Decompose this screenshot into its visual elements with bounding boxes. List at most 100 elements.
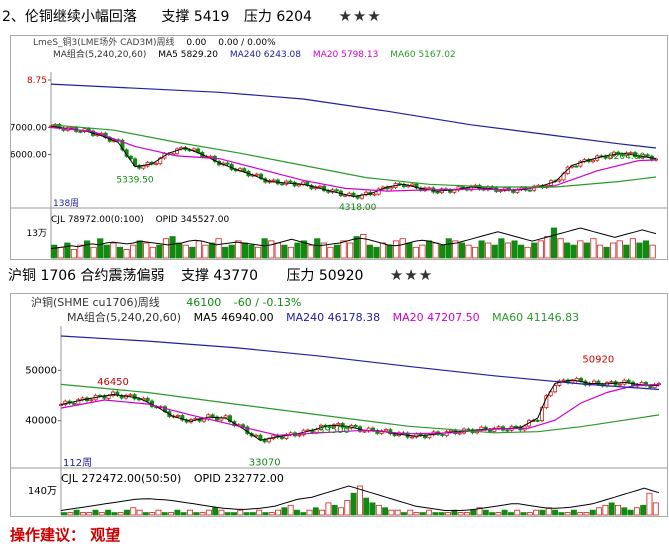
candle-body bbox=[106, 395, 111, 399]
volume-bar bbox=[231, 512, 237, 516]
volume-bar bbox=[73, 509, 80, 516]
ma240-line bbox=[50, 83, 657, 149]
candle-body bbox=[383, 429, 388, 432]
volume-bar bbox=[407, 509, 414, 516]
volume-bar bbox=[570, 244, 577, 259]
volume-bar bbox=[526, 512, 533, 516]
opid-label-lme: OPID 345527.00 bbox=[155, 215, 230, 225]
y-tick-label: 50000 bbox=[25, 365, 57, 376]
candle-body bbox=[389, 187, 394, 190]
volume-bar bbox=[241, 242, 248, 259]
volume-bar bbox=[331, 504, 338, 516]
candle-body bbox=[457, 432, 462, 435]
candle-body bbox=[271, 179, 276, 182]
volume-bar bbox=[306, 509, 313, 516]
volume-bar bbox=[596, 507, 603, 516]
candle-body bbox=[440, 433, 445, 436]
volume-bar bbox=[514, 509, 521, 516]
candle-body bbox=[410, 183, 415, 186]
volume-bar bbox=[382, 507, 389, 516]
volume-bar bbox=[629, 238, 636, 259]
volume-bar bbox=[254, 246, 262, 259]
volume-bar bbox=[564, 512, 571, 516]
candle-body bbox=[609, 381, 614, 384]
volume-bar bbox=[189, 246, 196, 259]
volume-bar bbox=[603, 246, 610, 259]
volume-bar bbox=[590, 238, 597, 259]
volume-bar bbox=[350, 492, 357, 516]
volume-bar bbox=[208, 242, 216, 259]
volume-bar bbox=[319, 509, 326, 516]
volume-bar bbox=[524, 246, 531, 259]
volume-bar bbox=[375, 504, 382, 516]
volume-bar bbox=[520, 512, 527, 516]
candle-body bbox=[418, 433, 423, 436]
volume-bar bbox=[373, 246, 380, 259]
volume-bar bbox=[275, 509, 282, 516]
volume-bar bbox=[136, 240, 143, 259]
candle-body bbox=[334, 189, 339, 192]
price-annotation: 4318.00 bbox=[339, 203, 376, 213]
volume-bar bbox=[457, 512, 464, 516]
volume-bar bbox=[222, 246, 229, 259]
candle-body bbox=[574, 165, 579, 168]
candle-body bbox=[242, 168, 247, 172]
volume-bar bbox=[602, 504, 609, 516]
candle-body bbox=[513, 425, 518, 428]
volume-bar bbox=[621, 507, 628, 516]
volume-bar bbox=[583, 512, 590, 516]
candle-body bbox=[210, 414, 215, 418]
volume-axis-label: 13万 bbox=[27, 229, 47, 239]
volume-bar bbox=[281, 244, 288, 259]
volume-bar bbox=[406, 242, 413, 259]
volume-bar bbox=[425, 240, 433, 259]
volume-bar bbox=[388, 509, 395, 516]
candle-body bbox=[370, 427, 375, 431]
volume-bar bbox=[564, 242, 571, 259]
volume-bar bbox=[83, 240, 91, 259]
volume-bar bbox=[504, 242, 512, 259]
price-annotation: 50920 bbox=[582, 355, 614, 366]
price-annotation: 5339.50 bbox=[116, 175, 153, 185]
volume-bar bbox=[379, 242, 387, 259]
y-tick-label: 6000.00 bbox=[11, 151, 47, 161]
volume-bar bbox=[51, 244, 58, 259]
candle-body bbox=[89, 399, 94, 402]
volume-bar bbox=[401, 512, 407, 516]
candle-body bbox=[145, 397, 150, 402]
volume-bar bbox=[495, 512, 502, 516]
volume-bar bbox=[268, 512, 275, 516]
volume-bar bbox=[186, 509, 193, 516]
volume-bar bbox=[498, 238, 505, 259]
volume-bar bbox=[70, 249, 78, 259]
volume-bar bbox=[248, 244, 255, 259]
volume-bar bbox=[463, 512, 470, 516]
candle-body bbox=[618, 383, 623, 386]
volume-bar bbox=[533, 509, 540, 516]
chart-panel-lme: LmeS_铜3(LME场外 CAD3M)周线 0.00 0.00 / 0.00%… bbox=[10, 35, 668, 260]
volume-bar bbox=[169, 236, 176, 259]
volume-bar bbox=[623, 244, 630, 259]
price-annotation: 6204.00 bbox=[608, 152, 645, 162]
volume-bar bbox=[393, 240, 400, 259]
candle-body bbox=[78, 130, 83, 133]
candle-body bbox=[557, 179, 562, 182]
volume-bar bbox=[205, 509, 212, 516]
volume-bar bbox=[168, 512, 175, 516]
y-tick-label: 7000.00 bbox=[11, 123, 47, 133]
candle-body bbox=[427, 187, 432, 190]
volume-bar bbox=[558, 512, 565, 516]
candle-body bbox=[409, 436, 414, 439]
volume-bar bbox=[155, 509, 162, 516]
volume-bar bbox=[511, 240, 518, 259]
volume-bar bbox=[589, 509, 596, 516]
volume-bar bbox=[261, 238, 268, 259]
volume-bar bbox=[97, 238, 104, 259]
volume-bar bbox=[86, 512, 93, 516]
candle-body bbox=[128, 394, 133, 397]
volume-bar bbox=[79, 512, 86, 516]
candle-body bbox=[435, 191, 440, 194]
header-line-1: 2、伦铜继续小幅回落 支撑 5419 压力 6204 ★★★ bbox=[0, 4, 382, 28]
volume-bar bbox=[249, 512, 256, 516]
volume-bar bbox=[116, 246, 124, 259]
